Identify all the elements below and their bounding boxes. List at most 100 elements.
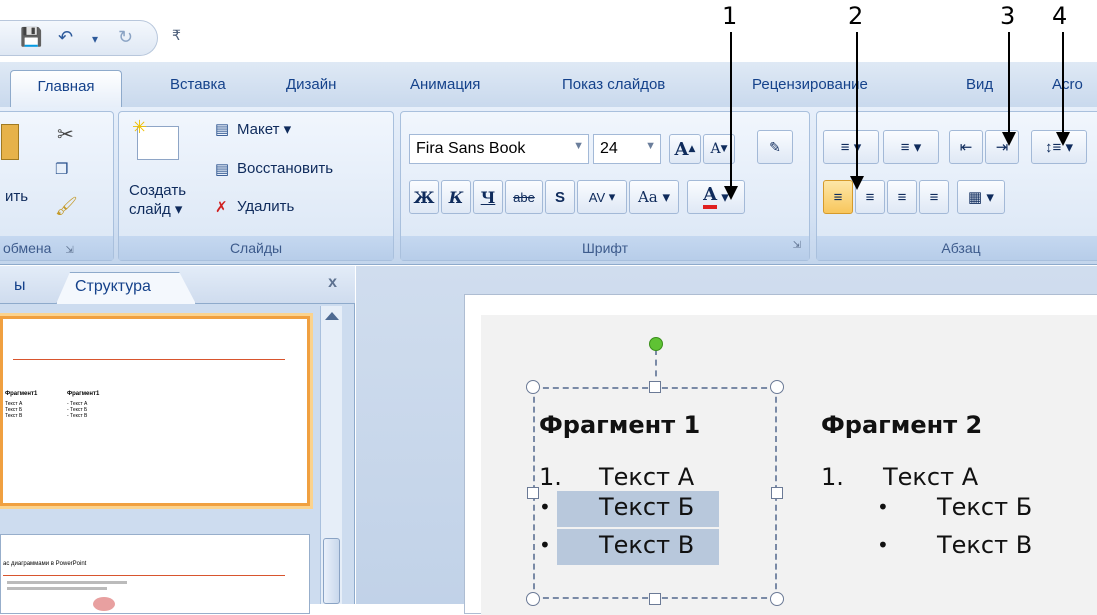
- thumb-text-line: [7, 581, 127, 584]
- list-item: Текст Б: [937, 493, 1033, 521]
- tab-view[interactable]: Вид: [966, 76, 993, 93]
- format-painter-icon[interactable]: 🖌: [55, 196, 78, 217]
- annotation-arrow: [730, 32, 732, 188]
- font-size-combo[interactable]: 24 ▼: [593, 134, 661, 164]
- fragment-2-title: Фрагмент 2: [821, 411, 983, 439]
- list-item: Текст В: [599, 531, 695, 559]
- resize-handle[interactable]: [771, 487, 783, 499]
- tab-structure[interactable]: Структура: [56, 272, 196, 304]
- delete-icon[interactable]: ✗: [215, 198, 228, 216]
- undo-dropdown-icon[interactable]: ▾: [92, 32, 98, 46]
- copy-icon[interactable]: ❐: [55, 160, 68, 178]
- slides-group: ✳ Создать слайд ▾ ▤ Макет ▾ ▤ Восстанови…: [118, 111, 394, 261]
- slide-canvas[interactable]: Фрагмент 1 1. Текст А • Текст Б • Текст …: [464, 294, 1097, 615]
- tab-design[interactable]: Дизайн: [286, 76, 336, 93]
- layout-icon[interactable]: ▤: [215, 120, 229, 138]
- slide-workspace: Фрагмент 1 1. Текст А • Текст Б • Текст …: [356, 266, 1097, 615]
- align-right-icon[interactable]: ≡: [887, 180, 917, 214]
- slide-thumbnail[interactable]: ас диаграммами в PowerPoint: [0, 534, 310, 614]
- slides-group-label: Слайды: [119, 236, 393, 260]
- undo-icon[interactable]: ↶: [58, 27, 73, 48]
- dialog-launcher-icon[interactable]: ⇲: [65, 245, 73, 256]
- resize-handle[interactable]: [526, 380, 540, 394]
- quick-access-toolbar: 💾 ↶ ▾ ↻ ₹ 1 2 3 4: [0, 0, 1097, 62]
- italic-button[interactable]: К: [441, 180, 471, 214]
- pane-tabs: ы Структура x: [0, 266, 355, 304]
- font-group-label: Шрифт ⇲: [401, 236, 809, 260]
- numbering-icon: ≡: [900, 138, 910, 156]
- paste-icon[interactable]: [1, 124, 19, 160]
- reset-icon[interactable]: ▤: [215, 160, 229, 178]
- slides-pane: ы Структура x Фрагмент1 Фрагмент1 Текст …: [0, 266, 355, 614]
- dialog-launcher-icon[interactable]: ⇲: [793, 240, 801, 251]
- cut-icon[interactable]: ✂: [57, 122, 74, 147]
- align-left-icon[interactable]: ≡: [823, 180, 853, 214]
- list-number: 1.: [821, 463, 844, 491]
- save-icon[interactable]: 💾: [20, 27, 42, 48]
- list-item: Текст В: [937, 531, 1033, 559]
- justify-icon[interactable]: ≡: [919, 180, 949, 214]
- resize-handle[interactable]: [649, 381, 661, 393]
- scroll-thumb[interactable]: [323, 538, 340, 604]
- shadow-button[interactable]: S: [545, 180, 575, 214]
- slide-thumbnail[interactable]: Фрагмент1 Фрагмент1 Текст А Текст Б Текст …: [0, 316, 310, 506]
- thumb-title: ас диаграммами в PowerPoint: [3, 561, 87, 567]
- thumb-list: - Текст А- Текст Б- Текст В: [67, 401, 88, 419]
- paste-button-label[interactable]: ить: [5, 188, 28, 205]
- reset-button[interactable]: Восстановить: [237, 160, 333, 177]
- delete-button[interactable]: Удалить: [237, 198, 294, 215]
- fragment-1-title: Фрагмент 1: [539, 411, 701, 439]
- resize-handle[interactable]: [649, 593, 661, 605]
- tab-animation[interactable]: Анимация: [410, 76, 480, 93]
- bold-button[interactable]: Ж: [409, 180, 439, 214]
- new-slide-line2[interactable]: слайд ▾: [129, 200, 182, 218]
- resize-handle[interactable]: [527, 487, 539, 499]
- thumb-rule: [3, 575, 285, 576]
- new-slide-icon[interactable]: ✳: [132, 117, 179, 160]
- clipboard-group: ить ✂ ❐ 🖌 обмена ⇲: [0, 111, 114, 261]
- char-spacing-button[interactable]: AV ▾: [577, 180, 627, 214]
- slide-content: Фрагмент 1 1. Текст А • Текст Б • Текст …: [481, 315, 1097, 615]
- layout-button[interactable]: Макет ▾: [237, 120, 291, 138]
- clear-formatting-icon[interactable]: ✎: [757, 130, 793, 164]
- decrease-indent-icon[interactable]: ⇤: [949, 130, 983, 164]
- new-slide-line1[interactable]: Создать: [129, 182, 186, 199]
- font-name-combo[interactable]: Fira Sans Book ▼: [409, 134, 589, 164]
- tab-slideshow[interactable]: Показ слайдов: [562, 76, 665, 93]
- bullets-icon: ≡: [840, 138, 850, 156]
- tab-acrobat[interactable]: Acro: [1052, 76, 1083, 93]
- scroll-up-icon[interactable]: [325, 312, 339, 320]
- annotation-arrow: [1062, 32, 1064, 134]
- close-icon[interactable]: x: [328, 274, 337, 292]
- annotation-number: 1: [722, 2, 738, 30]
- numbering-button[interactable]: ≡ ▾: [883, 130, 939, 164]
- thumb-list: Текст А Текст Б Текст В: [5, 401, 23, 419]
- strikethrough-button[interactable]: abe: [505, 180, 543, 214]
- bullet: •: [877, 495, 889, 519]
- tab-insert[interactable]: Вставка: [170, 76, 226, 93]
- underline-button[interactable]: Ч: [473, 180, 503, 214]
- grow-font-button[interactable]: A ▲: [669, 134, 701, 164]
- chevron-down-icon: ▼: [573, 140, 584, 152]
- list-item: Текст А: [599, 463, 695, 491]
- thumb-heading: Фрагмент1: [67, 391, 100, 397]
- columns-button[interactable]: ▦ ▾: [957, 180, 1005, 214]
- change-case-button[interactable]: Aa ▾: [629, 180, 679, 214]
- scrollbar[interactable]: [320, 306, 342, 604]
- list-number: 1.: [539, 463, 562, 491]
- chevron-down-icon: ▼: [645, 140, 656, 152]
- thumb-text-line: [7, 587, 107, 590]
- ribbon: ить ✂ ❐ 🖌 обмена ⇲ ✳ Создать слайд ▾ ▤ М…: [0, 107, 1097, 265]
- bullet: •: [539, 495, 551, 519]
- annotation-arrow-head: [1056, 132, 1070, 146]
- bullets-button[interactable]: ≡ ▾: [823, 130, 879, 164]
- tab-home[interactable]: Главная: [10, 70, 122, 108]
- tab-review[interactable]: Рецензирование: [752, 76, 868, 93]
- redo-icon[interactable]: ↻: [118, 27, 133, 48]
- resize-handle[interactable]: [770, 380, 784, 394]
- tab-slides[interactable]: ы: [0, 272, 40, 304]
- thumb-rule: [13, 359, 285, 360]
- customize-qat-icon[interactable]: ₹: [172, 27, 181, 44]
- clipboard-group-label: обмена ⇲: [0, 236, 113, 260]
- rotate-handle[interactable]: [649, 337, 663, 351]
